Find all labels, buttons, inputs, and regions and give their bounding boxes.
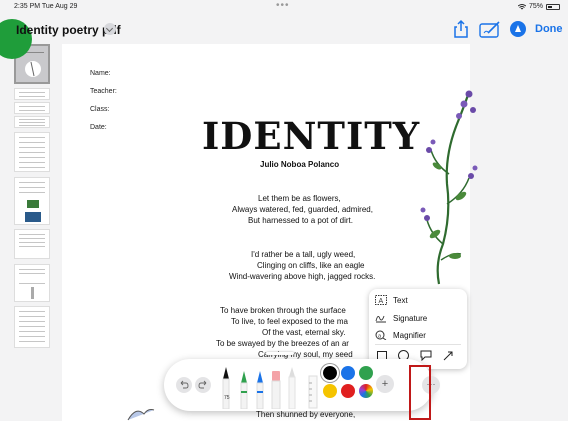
svg-text:75: 75 xyxy=(224,395,230,401)
menu-divider xyxy=(375,344,461,345)
menu-item-text[interactable]: A Text xyxy=(375,292,461,308)
battery-percent: 75% xyxy=(528,3,543,10)
toolbar-grabber[interactable] xyxy=(266,352,294,355)
leaf-illustration xyxy=(127,409,155,421)
wifi-icon xyxy=(517,3,526,9)
marker-tool-icon[interactable] xyxy=(238,369,250,409)
annotation-highlight-box xyxy=(409,365,431,420)
poem-line: But harnessed to a pot of dirt. xyxy=(248,216,353,225)
field-label-name: Name: xyxy=(90,70,111,77)
undo-icon xyxy=(180,380,189,389)
page-thumbnail-art xyxy=(31,287,34,299)
menu-item-label: Magnifier xyxy=(393,330,426,340)
poem-line: Always watered, fed, guarded, admired, xyxy=(232,205,373,214)
ipad-screen: 2:35 PM Tue Aug 29 ••• 75% Identity poet… xyxy=(0,0,568,421)
page-thumbnail[interactable] xyxy=(14,177,50,225)
done-button[interactable]: Done xyxy=(535,23,563,35)
markup-pen-icon[interactable] xyxy=(478,19,502,39)
menu-item-magnifier[interactable]: a Magnifier xyxy=(375,327,461,343)
poem-title: IDENTITY xyxy=(202,114,421,158)
poem-line: I'd rather be a tall, ugly weed, xyxy=(251,250,356,259)
page-thumbnail-art xyxy=(27,200,39,208)
page-thumbnail[interactable] xyxy=(14,229,50,259)
poem-line: Of the vast, eternal sky. xyxy=(262,328,346,337)
pen-tip-icon[interactable] xyxy=(510,21,526,37)
poem-line: Clinging on cliffs, like an eagle xyxy=(257,261,365,270)
multitasking-dots[interactable]: ••• xyxy=(276,0,290,11)
eraser-tool-icon[interactable] xyxy=(270,369,282,409)
speech-bubble-icon[interactable] xyxy=(420,350,432,361)
undo-button[interactable] xyxy=(176,377,192,393)
nav-bar: Identity poetry pdf Done xyxy=(0,14,568,59)
share-icon[interactable] xyxy=(451,19,471,39)
svg-text:A: A xyxy=(379,298,384,305)
color-picker-wheel-icon[interactable] xyxy=(359,384,373,398)
color-swatch-black[interactable] xyxy=(321,364,339,382)
markup-toolbar: 75 + xyxy=(164,359,433,411)
page-thumbnail[interactable] xyxy=(14,132,50,172)
poem-line: To have broken through the surface xyxy=(220,306,346,315)
page-thumbnail[interactable] xyxy=(14,306,50,348)
page-thumbnail-art xyxy=(25,61,41,77)
color-swatch-yellow[interactable] xyxy=(323,384,337,398)
arrow-shape-icon[interactable] xyxy=(443,351,453,361)
page-thumbnail[interactable] xyxy=(14,88,50,100)
ruler-tool-icon[interactable] xyxy=(308,375,318,409)
lasso-tool-icon[interactable] xyxy=(286,365,298,409)
status-bar: 2:35 PM Tue Aug 29 ••• 75% xyxy=(0,0,568,14)
page-thumbnail-strip[interactable] xyxy=(8,44,56,421)
insert-menu-popover: A Text Signature a Magnifier xyxy=(369,289,467,369)
poem-line: Then shunned by everyone, xyxy=(256,410,356,419)
poem-author: Julio Noboa Polanco xyxy=(260,160,340,169)
redo-icon xyxy=(198,380,207,389)
field-label-class: Class: xyxy=(90,106,110,113)
battery-icon xyxy=(546,3,560,10)
color-swatch-blue[interactable] xyxy=(341,366,355,380)
menu-item-label: Signature xyxy=(393,313,428,323)
status-time: 2:35 PM Tue Aug 29 xyxy=(14,3,78,10)
signature-icon xyxy=(375,315,386,323)
text-box-icon: A xyxy=(375,295,387,305)
status-right: 75% xyxy=(517,3,560,10)
page-thumbnail[interactable] xyxy=(14,102,50,114)
pen-tool-icon[interactable]: 75 xyxy=(220,365,232,409)
poem-line: To be swayed by the breezes of an ar xyxy=(216,339,349,348)
field-label-date: Date: xyxy=(90,124,107,131)
poem-line: Wind-wavering above high, jagged rocks. xyxy=(229,272,376,281)
menu-item-label: Text xyxy=(393,295,408,305)
page-thumbnail[interactable] xyxy=(14,116,50,128)
add-button[interactable]: + xyxy=(376,375,394,393)
highlighter-tool-icon[interactable] xyxy=(254,369,266,409)
page-thumbnail-art xyxy=(25,212,41,222)
menu-item-signature[interactable]: Signature xyxy=(375,310,461,326)
flower-illustration xyxy=(420,90,478,285)
poem-line: Let them be as flowers, xyxy=(258,194,341,203)
color-swatch-green[interactable] xyxy=(359,366,373,380)
field-label-teacher: Teacher: xyxy=(90,88,117,95)
magnifier-icon: a xyxy=(375,330,387,340)
color-swatch-red[interactable] xyxy=(341,384,355,398)
redo-button[interactable] xyxy=(195,377,211,393)
page-thumbnail[interactable] xyxy=(14,264,50,302)
chevron-down-icon[interactable] xyxy=(104,23,116,35)
poem-line: To live, to feel exposed to the ma xyxy=(231,317,348,326)
